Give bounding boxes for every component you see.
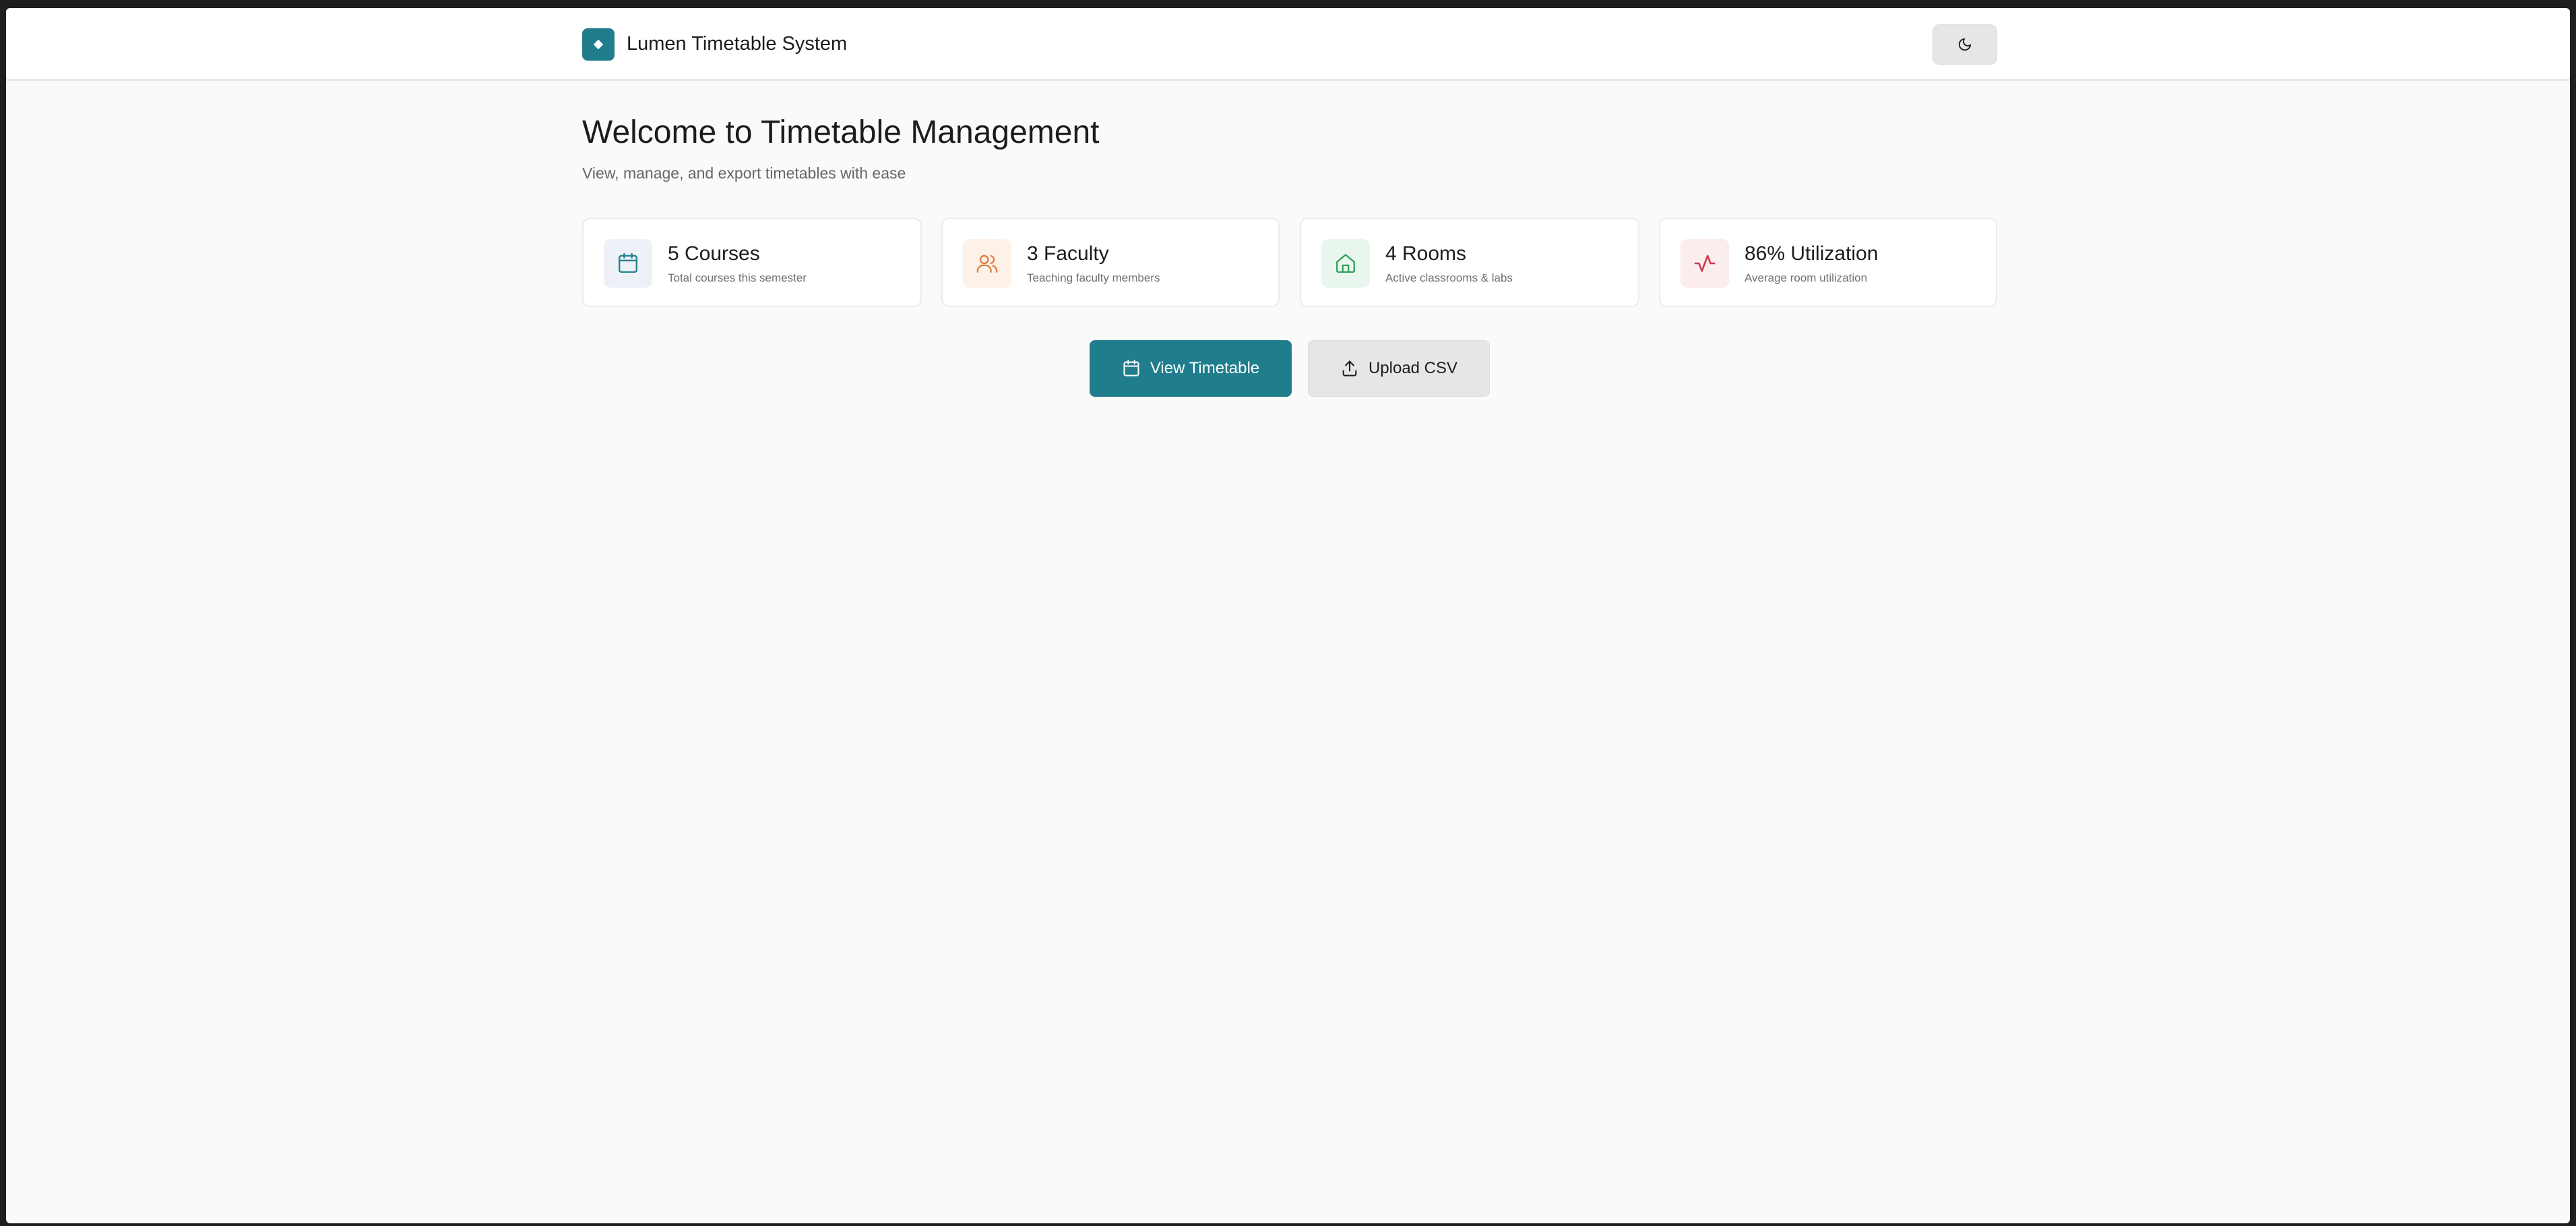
stat-value: 5 Courses xyxy=(668,243,760,265)
home-icon xyxy=(1336,254,1355,273)
upload-icon xyxy=(1342,360,1357,377)
app-title: Lumen Timetable System xyxy=(627,33,848,55)
app-window: Lumen Timetable System Welcome to Timeta… xyxy=(6,8,2570,1223)
page-subtitle: View, manage, and export timetables with… xyxy=(582,164,906,182)
activity-icon xyxy=(1694,255,1716,272)
view-timetable-button[interactable]: View Timetable xyxy=(1090,340,1292,397)
upload-csv-button[interactable]: Upload CSV xyxy=(1308,340,1490,397)
stat-icon-box xyxy=(604,239,652,288)
view-timetable-label: View Timetable xyxy=(1150,359,1260,377)
calendar-icon xyxy=(619,253,637,273)
app-logo[interactable] xyxy=(582,28,615,61)
stat-value: 4 Rooms xyxy=(1385,243,1467,265)
stat-card-faculty: 3 Faculty Teaching faculty members xyxy=(941,218,1280,307)
top-navbar: Lumen Timetable System xyxy=(6,8,2570,81)
page-title: Welcome to Timetable Management xyxy=(582,115,1100,150)
stat-icon-box xyxy=(1321,239,1370,288)
stat-label: Active classrooms & labs xyxy=(1385,271,1513,284)
stat-value: 3 Faculty xyxy=(1027,243,1109,265)
stat-icon-box xyxy=(963,239,1011,288)
calendar-icon xyxy=(1123,360,1139,377)
stat-card-utilization: 86% Utilization Average room utilization xyxy=(1659,218,1997,307)
stat-label: Total courses this semester xyxy=(668,271,807,284)
diamond-icon xyxy=(593,39,604,50)
upload-csv-label: Upload CSV xyxy=(1368,359,1458,377)
stat-icon-box xyxy=(1680,239,1729,288)
moon-icon xyxy=(1958,38,1972,51)
stat-card-rooms: 4 Rooms Active classrooms & labs xyxy=(1300,218,1639,307)
stat-card-courses: 5 Courses Total courses this semester xyxy=(582,218,922,307)
stat-label: Teaching faculty members xyxy=(1027,271,1160,284)
stat-value: 86% Utilization xyxy=(1745,243,1879,265)
users-icon xyxy=(976,255,998,273)
theme-toggle-button[interactable] xyxy=(1933,24,1997,65)
stat-label: Average room utilization xyxy=(1745,271,1868,284)
